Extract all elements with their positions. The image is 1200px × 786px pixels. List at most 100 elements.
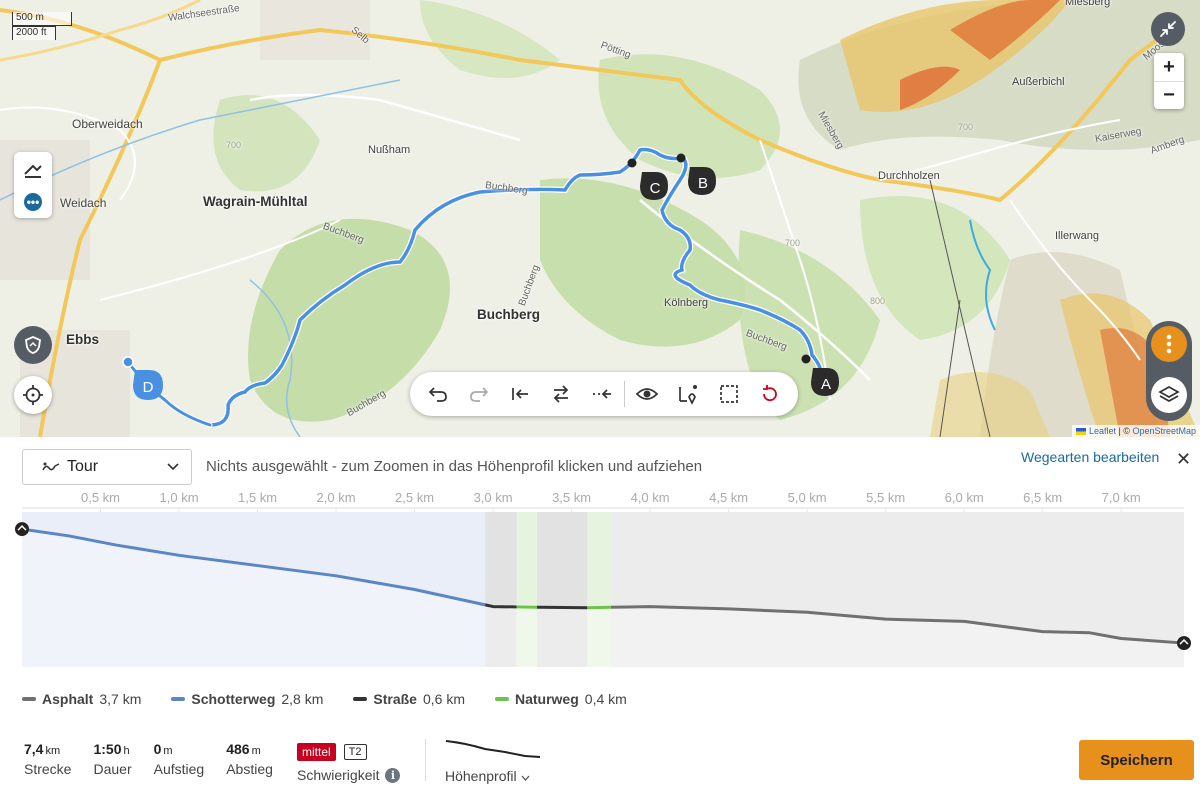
map-label-ebbs: Ebbs <box>66 332 100 347</box>
legend-value: 2,8 km <box>281 691 324 707</box>
mini-profile-graph <box>445 740 541 758</box>
stat-label: Dauer <box>93 761 132 777</box>
x-tick-label: 3,5 km <box>552 490 591 505</box>
x-tick-label: 6,0 km <box>945 490 984 505</box>
mini-profile-toggle[interactable]: Höhenprofil <box>445 739 541 784</box>
select-area-button[interactable] <box>708 372 749 416</box>
stat-label: Strecke <box>24 761 72 777</box>
legend-item: Asphalt 3,7 km <box>22 691 141 707</box>
legend-name: Asphalt <box>42 691 94 707</box>
stat-label: Abstieg <box>226 761 273 777</box>
legend-swatch <box>22 697 36 701</box>
x-tick-label: 1,5 km <box>238 490 277 505</box>
map-label-illerwang: Illerwang <box>1055 230 1100 242</box>
x-tick-label: 2,0 km <box>317 490 356 505</box>
waypoint-button[interactable] <box>668 372 709 416</box>
stat-unit: m <box>251 745 261 757</box>
map-label-wagrain: Wagrain-Mühltal <box>203 194 308 209</box>
marker-c[interactable]: C <box>638 170 670 204</box>
scale-imperial: 2000 ft <box>12 26 56 40</box>
return-to-start-button[interactable] <box>581 372 622 416</box>
mini-profile-label: Höhenprofil <box>445 768 517 784</box>
crosshair-icon <box>23 385 43 405</box>
x-tick-label: 2,5 km <box>395 490 434 505</box>
difficulty-badge: mittel <box>297 743 336 761</box>
vertical-dots-icon <box>1166 334 1172 354</box>
contour-label: 700 <box>785 238 801 248</box>
stat-aufstieg: 0 m Aufstieg <box>154 741 205 777</box>
redo-icon <box>470 387 489 402</box>
collapse-icon <box>1160 21 1176 37</box>
grade-badge: T2 <box>343 744 367 760</box>
map-label-oberweidach: Oberweidach <box>72 117 143 131</box>
x-tick-label: 0,5 km <box>81 490 120 505</box>
reverse-route-button[interactable] <box>540 372 581 416</box>
info-icon[interactable]: i <box>385 767 401 783</box>
more-options-icon[interactable]: ••• <box>24 192 42 211</box>
visibility-button[interactable] <box>627 372 668 416</box>
legend-value: 0,6 km <box>422 691 465 707</box>
marker-a[interactable]: A <box>809 366 841 400</box>
legend-value: 3,7 km <box>99 691 142 707</box>
difficulty-block: mittel T2 Schwierigkeit i <box>297 743 401 783</box>
route-details-panel: Tour Nichts ausgewählt - zum Zoomen in d… <box>0 437 1200 786</box>
x-tick-label: 5,0 km <box>788 490 827 505</box>
redo-button[interactable] <box>459 372 500 416</box>
layers-icon <box>1158 386 1180 402</box>
go-to-start-button[interactable] <box>500 372 541 416</box>
sport-type-select[interactable]: Tour <box>22 449 192 485</box>
zoom-in-button[interactable]: + <box>1154 53 1184 81</box>
surface-legend: Asphalt 3,7 km Schotterweg 2,8 km Straße 0,6 … <box>22 691 627 707</box>
collapse-map-button[interactable] <box>1151 12 1185 46</box>
contour-label: 700 <box>226 140 242 150</box>
layers-button[interactable] <box>1151 377 1187 413</box>
route-planner-icon[interactable] <box>23 160 43 178</box>
x-tick-label: 4,0 km <box>631 490 670 505</box>
legend-value: 0,4 km <box>584 691 627 707</box>
marker-d[interactable]: D <box>131 368 165 402</box>
legend-name: Schotterweg <box>191 691 276 707</box>
edit-waytypes-link[interactable]: Wegearten bearbeiten <box>1021 449 1159 465</box>
marker-b[interactable]: B <box>686 165 718 199</box>
end-icon <box>1177 636 1191 651</box>
zoom-control: + − <box>1154 53 1184 109</box>
x-tick-label: 4,5 km <box>709 490 748 505</box>
stat-value: 1:50 <box>93 741 122 757</box>
sport-type-label: Tour <box>67 458 99 475</box>
hiking-icon <box>42 462 60 471</box>
legend-item: Naturweg 0,4 km <box>494 691 627 707</box>
stat-unit: h <box>123 745 130 757</box>
route-stats: 7,4 km Strecke 1:50 h Dauer 0 m Aufstieg 486 m Abst… <box>24 741 295 777</box>
contour-label: 700 <box>958 122 974 132</box>
close-panel-button[interactable]: ✕ <box>1176 449 1191 470</box>
stat-value: 0 <box>153 741 162 757</box>
difficulty-label: Schwierigkeit <box>297 767 380 783</box>
leaflet-link[interactable]: Leaflet <box>1089 426 1116 436</box>
map-scale: 500 m 2000 ft <box>12 12 72 40</box>
stat-abstieg: 486 m Abstieg <box>226 741 273 777</box>
map-view[interactable]: Walchseestraße Selb Pötting Oberweidach … <box>0 0 1200 437</box>
route-edit-toolbar <box>410 372 798 416</box>
stat-label: Aufstieg <box>153 761 205 777</box>
legend-name: Naturweg <box>514 691 579 707</box>
save-button[interactable]: Speichern <box>1079 740 1194 780</box>
more-menu-button[interactable] <box>1151 326 1187 362</box>
map-side-controls <box>1146 321 1192 421</box>
shield-icon <box>25 336 41 354</box>
stat-dauer: 1:50 h Dauer <box>93 741 131 777</box>
reverse-icon <box>553 385 568 403</box>
ukraine-flag-icon <box>1076 428 1087 436</box>
shield-button[interactable] <box>14 326 52 364</box>
locate-button[interactable] <box>14 376 52 414</box>
legend-item: Schotterweg 2,8 km <box>171 691 323 707</box>
undo-button[interactable] <box>418 372 459 416</box>
elevation-profile-chart[interactable]: 0,5 km 1,0 km 1,5 km 2,0 km 2,5 km 3,0 km 3,5 … <box>0 484 1200 679</box>
profile-hint: Nichts ausgewählt - zum Zoomen in das Hö… <box>206 458 703 475</box>
osm-link[interactable]: OpenStreetMap <box>1132 426 1196 436</box>
zoom-out-button[interactable]: − <box>1154 81 1184 109</box>
undo-icon <box>429 387 448 402</box>
eye-icon <box>636 388 659 400</box>
reset-route-button[interactable] <box>749 372 790 416</box>
legend-swatch <box>353 697 368 701</box>
stat-value: 7,4 <box>24 741 44 757</box>
